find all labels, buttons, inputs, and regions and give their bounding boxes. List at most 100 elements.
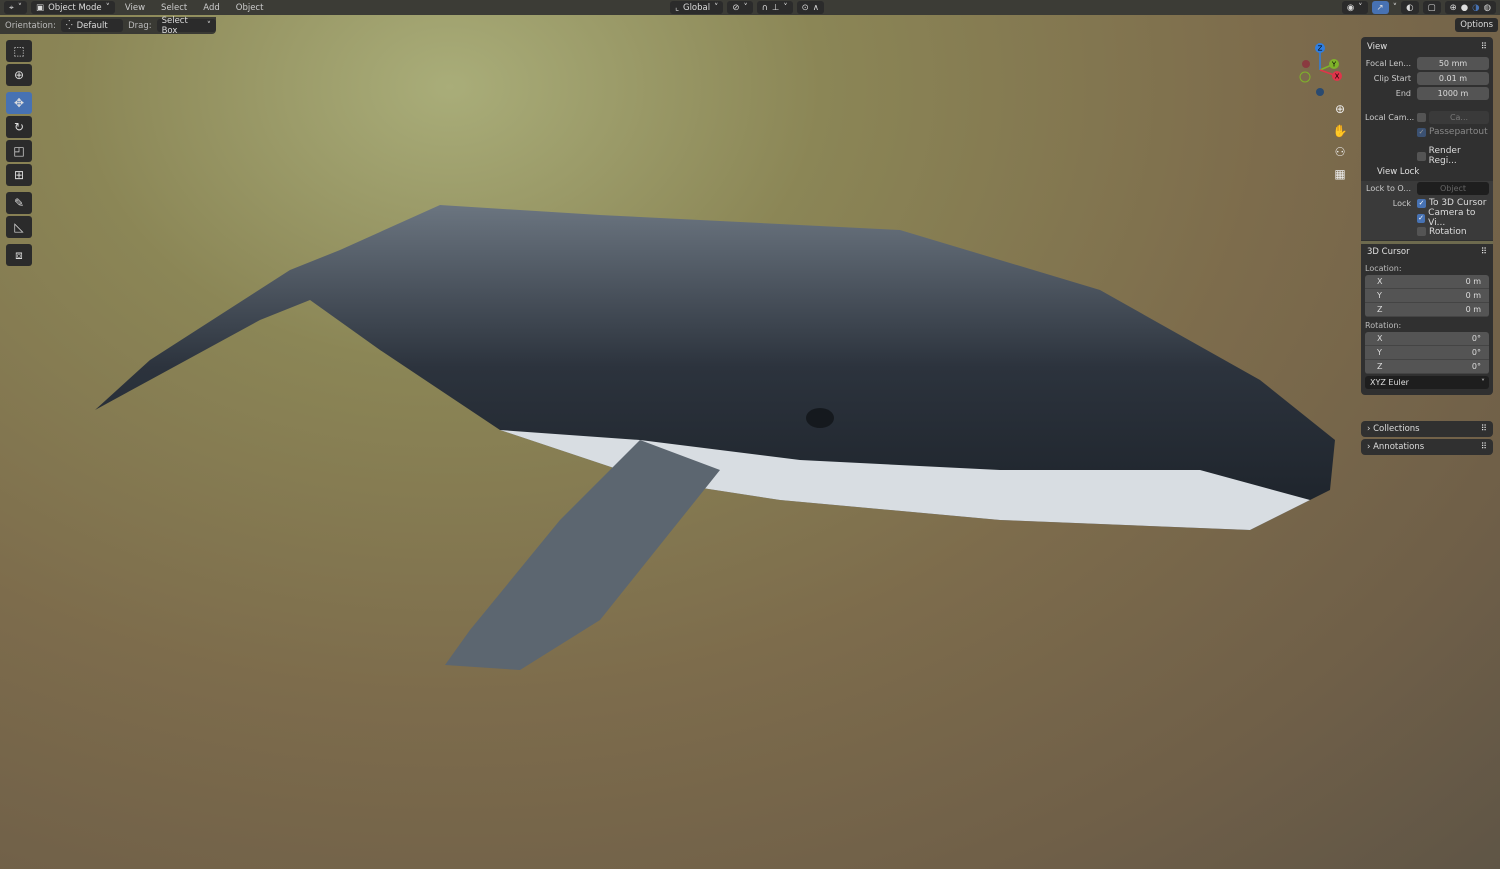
pivot-icon: ⊘: [732, 2, 740, 13]
camera-to-view-checkbox[interactable]: ✓: [1417, 213, 1426, 223]
drag-dropdown[interactable]: Select Box ˅: [156, 16, 216, 36]
rotate-icon: ↻: [13, 120, 25, 134]
xray-icon: ▢: [1427, 2, 1436, 13]
shading-modes[interactable]: ⊕ ● ◑ ◍: [1444, 1, 1496, 14]
editor-type-button[interactable]: ⌖ ˅: [4, 1, 28, 14]
add-cube-tool[interactable]: ⧈: [6, 244, 32, 266]
xray-toggle[interactable]: ▢: [1422, 1, 1441, 14]
rotate-tool[interactable]: ↻: [6, 116, 32, 138]
rotation-mode-dropdown[interactable]: XYZ Euler ˅: [1365, 376, 1489, 389]
collections-header[interactable]: › Collections ⠿: [1361, 421, 1493, 437]
scale-tool[interactable]: ◰: [6, 140, 32, 162]
camera-view-button[interactable]: ⚇: [1330, 142, 1350, 162]
view-lock-title: View Lock: [1377, 167, 1420, 177]
drag-handle-icon[interactable]: ⠿: [1481, 42, 1487, 52]
gizmo-icon: ↗: [1376, 2, 1384, 13]
rotation-z-field[interactable]: Z 0°: [1365, 360, 1489, 374]
clip-start-label: Clip Start: [1373, 73, 1411, 83]
solid-icon[interactable]: ●: [1461, 3, 1468, 13]
wireframe-icon[interactable]: ⊕: [1450, 3, 1457, 13]
local-camera-checkbox[interactable]: [1417, 112, 1426, 122]
menu-select[interactable]: Select: [155, 3, 193, 13]
axis-value: 0°: [1471, 348, 1481, 357]
select-box-tool[interactable]: ⬚: [6, 40, 32, 62]
orientation-dropdown[interactable]: ⁛ Default: [60, 19, 124, 32]
perspective-toggle[interactable]: ▦: [1330, 164, 1350, 184]
grid-icon: ▦: [1334, 167, 1346, 181]
menu-add[interactable]: Add: [197, 3, 225, 13]
location-vector: X 0 m Y 0 m Z 0 m: [1365, 275, 1489, 317]
mode-dropdown[interactable]: ▣ Object Mode ˅: [31, 1, 115, 14]
navigation-gizmo[interactable]: Z Y X: [1290, 40, 1350, 100]
zoom-icon: ⊕: [1334, 102, 1346, 116]
overlays-toggle[interactable]: ◐: [1401, 1, 1419, 14]
axis-label: Y: [1377, 291, 1382, 300]
eye-icon: ◉: [1346, 2, 1355, 13]
cube-icon: ⧈: [15, 247, 23, 262]
drag-handle-icon[interactable]: ⠿: [1481, 442, 1487, 452]
object-mode-icon: ▣: [36, 2, 45, 13]
3d-cursor-title: 3D Cursor: [1367, 247, 1410, 257]
axis-value: 0°: [1471, 362, 1481, 371]
axes-icon: ⌞: [675, 2, 679, 13]
menu-object[interactable]: Object: [230, 3, 270, 13]
passepartout-checkbox[interactable]: ✓: [1417, 127, 1426, 137]
visibility-dropdown[interactable]: ◉ ˅: [1341, 1, 1368, 14]
view-lock-header[interactable]: View Lock: [1365, 164, 1489, 180]
to-3d-cursor-checkbox[interactable]: ✓: [1417, 198, 1426, 208]
menu-view[interactable]: View: [119, 3, 151, 13]
snap-button[interactable]: ∩ ⊥ ˅: [756, 1, 793, 14]
rotation-x-field[interactable]: X 0°: [1365, 332, 1489, 346]
drag-handle-icon[interactable]: ⠿: [1481, 247, 1487, 257]
gizmo-toggle[interactable]: ↗: [1371, 1, 1389, 14]
material-preview-icon[interactable]: ◑: [1472, 3, 1479, 13]
rendered-icon[interactable]: ◍: [1484, 3, 1491, 13]
clip-end-label: End: [1395, 88, 1411, 98]
camera-to-view-label: Camera to Vi...: [1428, 208, 1476, 228]
move-tool[interactable]: ✥: [6, 92, 32, 114]
transform-icon: ⊞: [13, 168, 25, 182]
to-3d-cursor-label: To 3D Cursor: [1429, 198, 1487, 208]
chevron-down-icon: ˅: [1481, 378, 1485, 387]
rotation-y-field[interactable]: Y 0°: [1365, 346, 1489, 360]
rotation-lock-checkbox[interactable]: [1417, 227, 1426, 236]
toolbar: ⬚ ⊕ ✥ ↻ ◰ ⊞ ✎ ◺ ⧈: [6, 40, 34, 268]
axis-label: Y: [1377, 348, 1382, 357]
lock-to-object-field[interactable]: Object: [1417, 181, 1489, 195]
proportional-icon: ⊙: [801, 2, 809, 13]
location-z-field[interactable]: Z 0 m: [1365, 303, 1489, 317]
render-region-label: Render Regi...: [1428, 146, 1461, 166]
view-section-header[interactable]: View ⠿: [1365, 39, 1489, 55]
measure-tool[interactable]: ◺: [6, 216, 32, 238]
transform-orientation-dropdown[interactable]: ⌞ Global ˅: [670, 1, 724, 14]
focal-length-field[interactable]: 50 mm: [1417, 56, 1489, 70]
3d-cursor-header[interactable]: 3D Cursor ⠿: [1365, 244, 1489, 260]
axis-label: X: [1377, 277, 1383, 286]
orientation-icon: ⁛: [65, 20, 73, 31]
orientation-label: Orientation:: [5, 20, 56, 31]
transform-tool[interactable]: ⊞: [6, 164, 32, 186]
gizmo-dropdown-icon[interactable]: ˅: [1393, 3, 1398, 13]
hand-icon: ✋: [1332, 124, 1348, 138]
focal-length-label: Focal Len...: [1365, 58, 1411, 68]
tool-header: Orientation: ⁛ Default Drag: Select Box ˅: [0, 16, 216, 36]
transform-label: Global: [682, 2, 711, 13]
render-region-checkbox[interactable]: [1417, 151, 1426, 161]
clip-start-field[interactable]: 0.01 m: [1417, 71, 1489, 85]
axis-label: X: [1377, 334, 1383, 343]
pivot-dropdown[interactable]: ⊘ ˅: [727, 1, 753, 14]
cursor-tool[interactable]: ⊕: [6, 64, 32, 86]
location-x-field[interactable]: X 0 m: [1365, 275, 1489, 289]
location-y-field[interactable]: Y 0 m: [1365, 289, 1489, 303]
options-button[interactable]: Options: [1455, 18, 1498, 32]
local-camera-field[interactable]: Ca...: [1429, 110, 1489, 124]
clip-end-field[interactable]: 1000 m: [1417, 86, 1489, 100]
annotate-tool[interactable]: ✎: [6, 192, 32, 214]
zoom-button[interactable]: ⊕: [1330, 99, 1350, 119]
drag-label: Drag:: [128, 20, 152, 31]
annotations-header[interactable]: › Annotations ⠿: [1361, 439, 1493, 455]
proportional-edit-button[interactable]: ⊙ ∧: [796, 1, 824, 14]
pan-button[interactable]: ✋: [1330, 121, 1350, 141]
drag-handle-icon[interactable]: ⠿: [1481, 424, 1487, 434]
whale-model[interactable]: [0, 0, 1500, 869]
